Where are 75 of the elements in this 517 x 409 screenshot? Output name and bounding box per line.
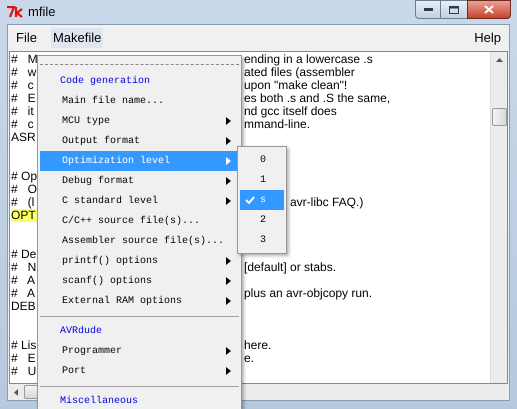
window-title: mfile bbox=[28, 3, 56, 22]
menu-section-heading: Miscellaneous bbox=[59, 394, 140, 408]
checkmark-icon bbox=[245, 196, 255, 204]
minimize-button[interactable] bbox=[415, 0, 441, 19]
code-text: # A bbox=[11, 286, 36, 300]
submenu-arrow-icon bbox=[226, 197, 231, 205]
menu-bar-item[interactable]: Help bbox=[472, 28, 503, 48]
submenu-item[interactable]: 1 bbox=[240, 170, 284, 190]
maximize-icon bbox=[449, 6, 459, 14]
menu-bar-item[interactable]: File bbox=[14, 28, 39, 48]
code-text: e. bbox=[244, 351, 254, 365]
submenu-arrow-icon bbox=[226, 177, 231, 185]
code-text: # U bbox=[11, 364, 36, 378]
code-text: ASR bbox=[11, 130, 36, 144]
code-text: OPT bbox=[11, 208, 36, 222]
menu-item[interactable]: C standard level bbox=[40, 191, 239, 211]
submenu-arrow-icon bbox=[226, 367, 231, 375]
menu-section-heading: Code generation bbox=[59, 74, 152, 88]
menu-bar-item[interactable]: Makefile bbox=[50, 28, 104, 48]
maximize-button[interactable] bbox=[441, 0, 467, 19]
code-text: # M bbox=[11, 52, 38, 66]
submenu-item[interactable]: 3 bbox=[240, 230, 284, 250]
code-text: # w bbox=[11, 65, 36, 79]
code-text: es both .s and .S the same, bbox=[244, 91, 390, 105]
code-text: # Op bbox=[11, 169, 38, 183]
code-text: ated files (assembler bbox=[244, 65, 355, 79]
submenu-arrow-icon bbox=[226, 157, 231, 165]
app-icon bbox=[6, 6, 24, 18]
code-text: here. bbox=[244, 338, 272, 352]
submenu-item[interactable]: 2 bbox=[240, 210, 284, 230]
menu-item[interactable]: Programmer bbox=[40, 341, 239, 361]
scrollbar-thumb[interactable] bbox=[492, 108, 506, 126]
vertical-scrollbar[interactable] bbox=[490, 52, 507, 383]
code-text: # De bbox=[11, 247, 36, 261]
menu-item[interactable]: Debug format bbox=[40, 171, 239, 191]
close-button[interactable] bbox=[467, 0, 511, 19]
menu-item[interactable]: C/C++ source file(s)... bbox=[40, 211, 239, 231]
code-text: DEB bbox=[11, 299, 36, 313]
submenu-item[interactable]: 0 bbox=[240, 150, 284, 170]
code-text: # c bbox=[11, 117, 34, 131]
submenu-arrow-icon bbox=[226, 277, 231, 285]
code-text: avr-libc FAQ.) bbox=[290, 195, 364, 209]
menu-item[interactable]: MCU type bbox=[40, 111, 239, 131]
code-text: # N bbox=[11, 260, 36, 274]
code-text: upon "make clean"! bbox=[244, 78, 348, 92]
code-text: # it bbox=[11, 104, 34, 118]
code-text: # Lis bbox=[11, 338, 36, 352]
menu-section-heading: AVRdude bbox=[59, 324, 104, 338]
code-text: [default] or stabs. bbox=[244, 260, 336, 274]
code-text: mmand-line. bbox=[244, 117, 310, 131]
submenu-arrow-icon bbox=[226, 137, 231, 145]
code-text: nd gcc itself does bbox=[244, 104, 337, 118]
minimize-icon bbox=[424, 8, 432, 11]
menu-item[interactable]: Assembler source file(s)... bbox=[40, 231, 239, 251]
menu-item[interactable]: Port bbox=[40, 361, 239, 381]
code-text: # O bbox=[11, 182, 38, 196]
menu-item[interactable]: External RAM options bbox=[40, 291, 239, 311]
submenu-arrow-icon bbox=[226, 117, 231, 125]
scroll-up-arrow-icon bbox=[496, 58, 502, 62]
submenu-arrow-icon bbox=[226, 347, 231, 355]
submenu-arrow-icon bbox=[226, 297, 231, 305]
code-text: plus an avr-objcopy run. bbox=[244, 286, 372, 300]
menu-item[interactable]: scanf() options bbox=[40, 271, 239, 291]
code-text: # E bbox=[11, 91, 36, 105]
close-icon bbox=[484, 5, 494, 14]
code-text: # c bbox=[11, 78, 34, 92]
scroll-left-arrow-icon bbox=[14, 388, 18, 396]
code-text: # E bbox=[11, 351, 36, 365]
submenu-arrow-icon bbox=[226, 257, 231, 265]
code-text: # A bbox=[11, 273, 36, 287]
menu-item[interactable]: Main file name... bbox=[40, 91, 239, 111]
menu-item[interactable]: Output format bbox=[40, 131, 239, 151]
code-text: ending in a lowercase .s bbox=[244, 52, 373, 66]
code-text: # (l bbox=[11, 195, 34, 209]
menu-item[interactable]: printf() options bbox=[40, 251, 239, 271]
